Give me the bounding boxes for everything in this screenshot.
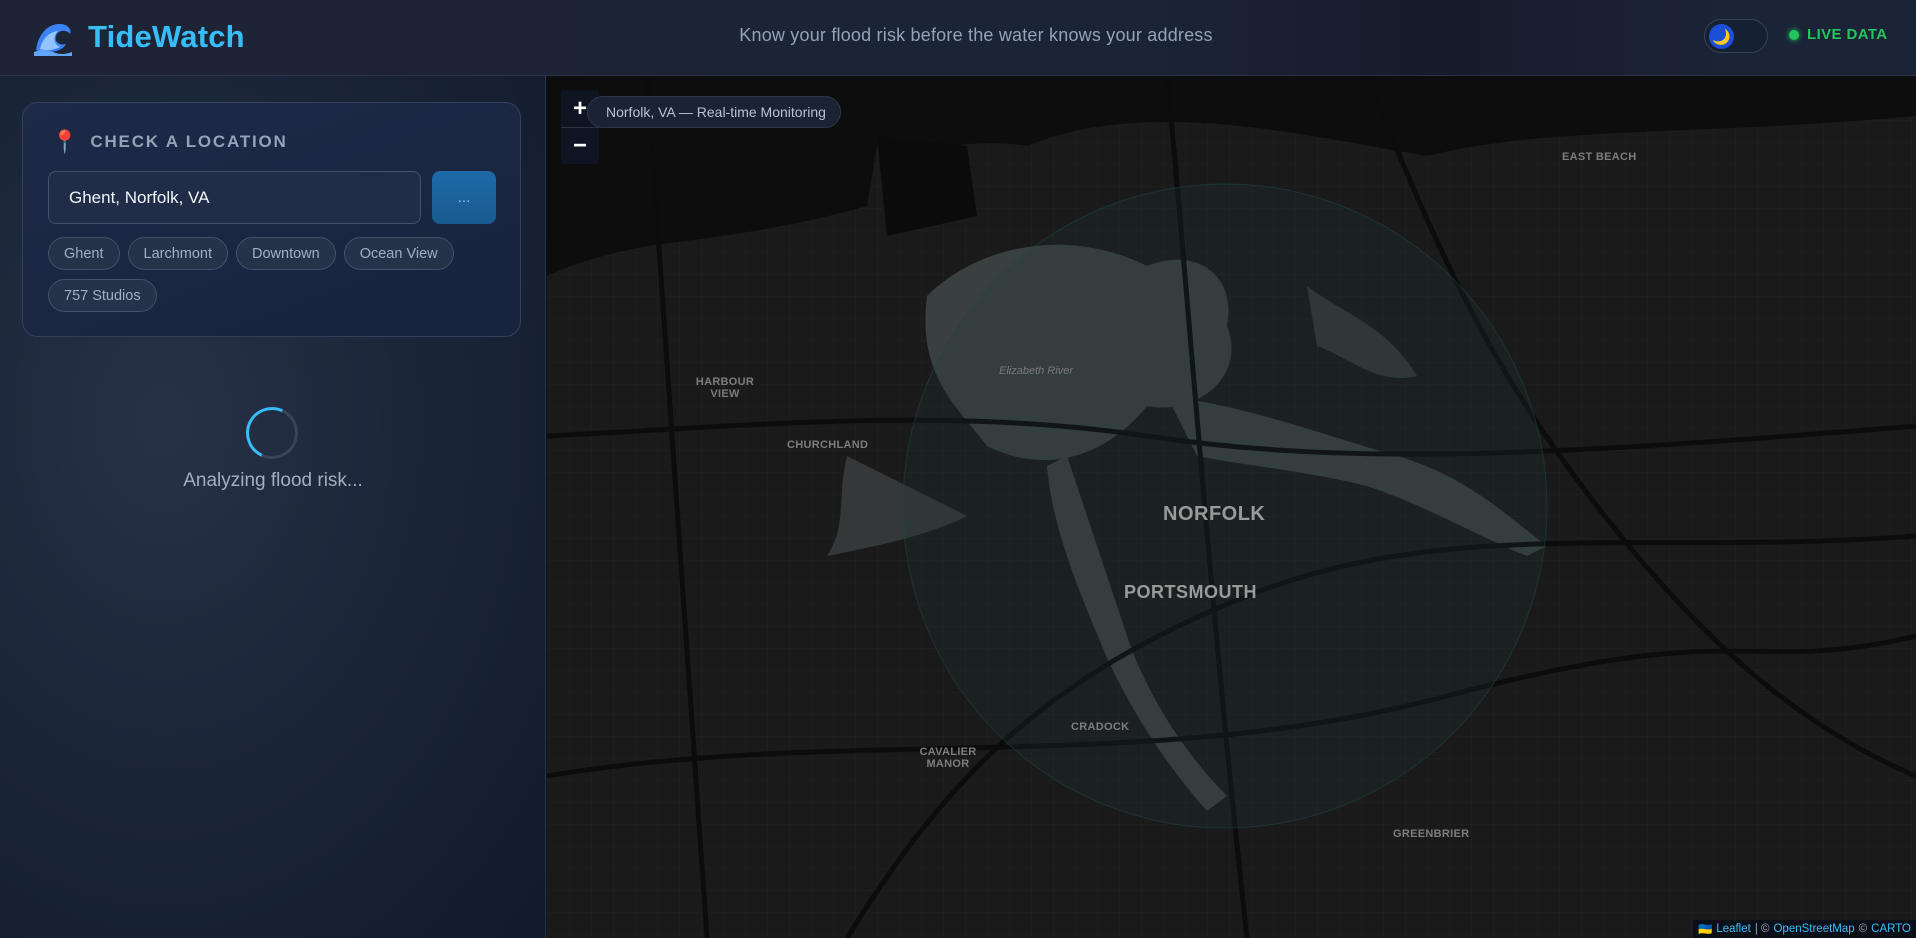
openstreetmap-link[interactable]: OpenStreetMap bbox=[1773, 923, 1854, 935]
location-card: 📍 CHECK A LOCATION ... Ghent Larchmont D… bbox=[22, 102, 521, 337]
quick-pick-larchmont[interactable]: Larchmont bbox=[127, 237, 229, 270]
place-label-greenbrier: GREENBRIER bbox=[1393, 828, 1470, 840]
card-header: 📍 CHECK A LOCATION bbox=[51, 129, 288, 155]
zoom-out-button[interactable]: − bbox=[561, 127, 599, 164]
live-status-dot bbox=[1789, 29, 1799, 40]
place-label-elizabeth-river: Elizabeth River bbox=[999, 365, 1073, 377]
map-attribution: 🇺🇦 Leaflet | © OpenStreetMap © CARTO bbox=[1692, 920, 1916, 938]
quick-pick-ghent[interactable]: Ghent bbox=[48, 237, 120, 270]
sidebar: 📍 CHECK A LOCATION ... Ghent Larchmont D… bbox=[0, 76, 546, 938]
map-pin-icon: 📍 bbox=[51, 129, 79, 154]
tagline: Know your flood risk before the water kn… bbox=[739, 25, 1213, 45]
theme-toggle[interactable]: 🌙 bbox=[1704, 19, 1768, 53]
moon-icon: 🌙 bbox=[1709, 24, 1734, 49]
search-button[interactable]: ... bbox=[432, 171, 496, 224]
live-data-label: LIVE DATA bbox=[1807, 26, 1888, 43]
attribution-copyright: © bbox=[1858, 923, 1868, 935]
quick-pick-757-studios[interactable]: 757 Studios bbox=[48, 279, 157, 312]
place-label-portsmouth: PORTSMOUTH bbox=[1124, 582, 1257, 602]
location-monitor-label: Norfolk, VA — Real-time Monitoring bbox=[587, 96, 841, 128]
ukraine-flag-icon: 🇺🇦 bbox=[1697, 924, 1713, 936]
quick-pick-ocean-view[interactable]: Ocean View bbox=[343, 237, 454, 270]
leaflet-link[interactable]: Leaflet bbox=[1716, 923, 1751, 935]
place-label-east-beach: EAST BEACH bbox=[1562, 151, 1637, 163]
loading-text: Analyzing flood risk... bbox=[183, 470, 363, 491]
place-label-norfolk: NORFOLK bbox=[1163, 503, 1266, 525]
place-label-cradock: CRADOCK bbox=[1071, 721, 1130, 733]
quick-pick-downtown[interactable]: Downtown bbox=[236, 237, 336, 270]
loading-spinner bbox=[238, 399, 306, 467]
app-header: TideWatch Know your flood risk before th… bbox=[0, 0, 1916, 76]
place-label-cavalier-manor: CAVALIER MANOR bbox=[919, 746, 977, 770]
carto-link[interactable]: CARTO bbox=[1871, 923, 1911, 935]
place-label-churchland: CHURCHLAND bbox=[787, 439, 869, 451]
location-search-input[interactable] bbox=[48, 171, 421, 224]
attribution-separator: | © bbox=[1754, 923, 1770, 935]
quick-picks: Ghent Larchmont Downtown Ocean View 757 … bbox=[48, 237, 488, 312]
place-label-harbour-view: HARBOUR VIEW bbox=[695, 376, 755, 400]
card-title: CHECK A LOCATION bbox=[90, 132, 288, 151]
live-data-indicator: LIVE DATA bbox=[1789, 26, 1888, 43]
map-view[interactable]: + − Norfolk, VA — Real-time Monitoring N… bbox=[547, 76, 1916, 938]
